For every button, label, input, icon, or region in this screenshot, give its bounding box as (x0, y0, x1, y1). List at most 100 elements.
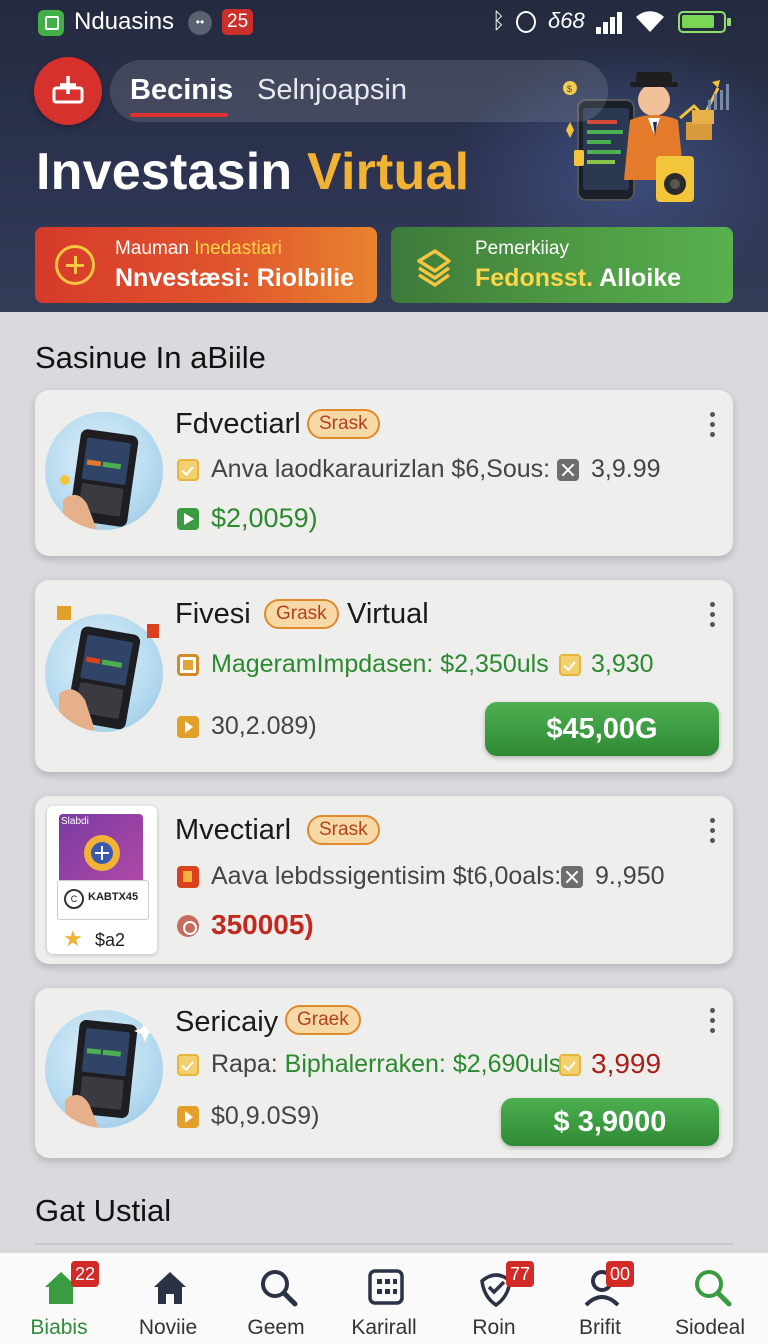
nav-item-biabis[interactable]: 22 Biabis (9, 1253, 109, 1344)
sparkle-icon (147, 624, 159, 638)
more-options-icon[interactable] (709, 602, 715, 628)
smartphone-icon (59, 626, 141, 730)
promo-red-line1: Mauman Inedastiari (115, 238, 282, 260)
active-tab-indicator (130, 113, 228, 117)
promo-green-line1: Pemerkiiay (475, 238, 569, 259)
thumb-code-box: C KABTX45 (57, 880, 149, 920)
square-icon (177, 654, 199, 676)
card-badge: Srask (307, 409, 380, 439)
card-detail-green: Biphalerraken: $2,690uls (284, 1050, 562, 1078)
section-title-available: Sasinue In aBiile (35, 340, 266, 375)
header-tabs: Becinis Selnjoapsin (110, 60, 608, 122)
battery-icon (678, 11, 731, 33)
card-detail-prefix: Rapa: (211, 1050, 278, 1078)
more-options-icon[interactable] (709, 1008, 715, 1034)
divider (35, 1243, 733, 1245)
nav-item-geem[interactable]: Geem (226, 1253, 326, 1344)
card-detail-value: 3,999 (591, 1048, 662, 1079)
nav-item-karirall[interactable]: Karirall (334, 1253, 434, 1344)
nav-item-brifit[interactable]: 00 Brifit (550, 1253, 650, 1344)
tab-selnjoapsin[interactable]: Selnjoapsin (257, 74, 407, 107)
add-box-icon (52, 76, 84, 104)
more-options-icon[interactable] (709, 818, 715, 844)
nav-label: Roin (472, 1316, 516, 1339)
promo-red-line1-prefix: Mauman (115, 238, 189, 259)
investment-card[interactable]: Sericaiy Graek Rapa: Biphalerraken: $2,6… (35, 988, 733, 1158)
alarm-icon (516, 11, 536, 33)
invest-button[interactable]: $45,00G (485, 702, 719, 756)
bluetooth-icon: ᛒ (492, 8, 506, 33)
signal-icon (596, 12, 624, 34)
product-thumbnail: Slabdi C KABTX45 ★ $a2 (47, 806, 157, 954)
card-detail-value: 9.,950 (595, 862, 665, 890)
status-bar: Nduasins •• 25 ᛒ δ68 (0, 0, 768, 44)
promo-card-allocation[interactable]: Pemerkiiay Fedonsst. Alloike (391, 227, 733, 303)
app-notification-icon (38, 10, 64, 36)
card-title: Fivesi (175, 598, 251, 630)
status-time: δ68 (548, 8, 585, 33)
nav-label: Biabis (30, 1316, 88, 1339)
phone-thumbnail (45, 1010, 163, 1128)
smartphone-icon (65, 1019, 156, 1128)
card-detail-text: Rapa: Biphalerraken: $2,690uls (211, 1050, 561, 1079)
card-title: Fdvectiarl (175, 408, 301, 440)
nav-label: Brifit (579, 1316, 621, 1339)
card-detail-value: 3,9.99 (591, 455, 661, 483)
invest-button[interactable]: $ 3,9000 (501, 1098, 719, 1146)
nav-badge: 77 (506, 1261, 535, 1287)
nav-item-roin[interactable]: 77 Roin (444, 1253, 544, 1344)
smartphone-icon (60, 429, 139, 530)
thumb-price: $a2 (95, 930, 126, 950)
card-title: Mvectiarl (175, 814, 292, 846)
tab-becinis[interactable]: Becinis (130, 74, 233, 107)
phone-thumbnail (45, 412, 163, 530)
search-icon (695, 1270, 732, 1307)
nav-label: Geem (247, 1316, 305, 1339)
layers-icon (417, 249, 451, 287)
promo-card-investment[interactable]: Mauman Inedastiari Nnvestæsi: Riolbilie (35, 227, 377, 303)
check-badge-icon (559, 1054, 581, 1076)
document-icon (177, 866, 199, 888)
phone-thumbnail (45, 614, 163, 732)
sparkle-icon (57, 606, 71, 620)
nav-badge: 00 (606, 1261, 635, 1287)
card-detail-text: Anva laodkaraurizlan $6,Sous: (211, 455, 551, 483)
page-title-main: Investasin (36, 143, 293, 201)
play-icon (177, 508, 199, 530)
check-badge-icon (559, 654, 581, 676)
check-badge-icon (177, 1054, 199, 1076)
card-badge: Srask (307, 815, 380, 845)
investment-card[interactable]: Slabdi C KABTX45 ★ $a2 Mvectiarl Srask A… (35, 796, 733, 964)
page-title-accent: Virtual (307, 143, 470, 201)
star-icon: ★ (63, 926, 83, 951)
thumb-code: KABTX45 (88, 891, 139, 903)
wifi-icon (636, 11, 664, 33)
card-amount: $2,0059) (211, 503, 318, 533)
close-box-icon (557, 459, 579, 481)
app-logo[interactable] (34, 57, 102, 125)
circle-icon (177, 915, 199, 937)
play-icon (177, 1106, 199, 1128)
nav-label: Siodeal (674, 1316, 746, 1339)
card-detail-text: MageramImpdasen: $2,350uls (211, 650, 549, 678)
card-detail-text: Aava lebdssigentisim $t6,0oals: (211, 862, 562, 890)
search-icon (261, 1270, 298, 1307)
promo-red-line1-highlight: Inedastiari (194, 238, 282, 259)
nav-item-siodeal[interactable]: Siodeal (660, 1253, 760, 1344)
bottom-navigation: 22 Biabis Noviie Geem Karirall 77 Roin 0… (0, 1252, 768, 1344)
investment-card[interactable]: Fivesi Grask Virtual MageramImpdasen: $2… (35, 580, 733, 772)
nav-badge: 22 (71, 1261, 100, 1287)
status-dots: •• (188, 11, 212, 35)
promo-green-line2-highlight: Fedonsst. (475, 264, 594, 292)
more-options-icon[interactable] (709, 412, 715, 438)
card-title: Sericaiy (175, 1006, 279, 1038)
investment-card[interactable]: Fdvectiarl Srask Anva laodkaraurizlan $6… (35, 390, 733, 556)
thumb-top-label: Slabdi (61, 816, 89, 827)
promo-green-line2-rest: Alloike (599, 264, 682, 292)
promo-red-line2: Nnvestæsi: Riolbilie (115, 264, 354, 292)
check-badge-icon (177, 459, 199, 481)
section-title-second: Gat Ustial (35, 1193, 172, 1228)
sun-badge-icon (84, 835, 120, 871)
nav-item-noviie[interactable]: Noviie (118, 1253, 218, 1344)
card-amount: 350005) (211, 909, 314, 940)
